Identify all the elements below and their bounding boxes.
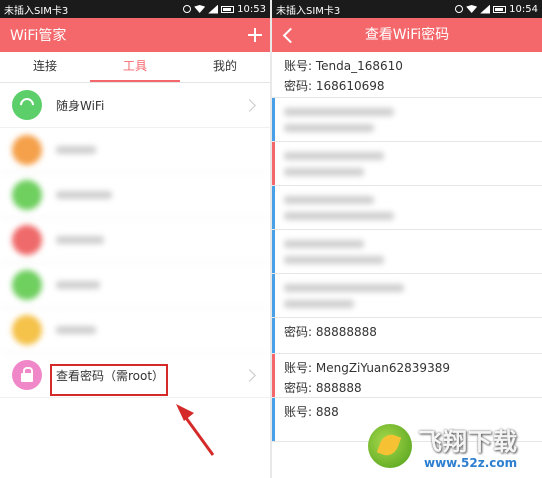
- cell-signal-icon: [480, 4, 491, 14]
- wifi-password: 密码: 88888888: [284, 325, 377, 339]
- left-screen: 未插入SIM卡3 10:53 WiFi管家 连接 工具 我的 随身WiFi 查看…: [0, 0, 270, 478]
- alarm-icon: [455, 5, 464, 13]
- wifi-entry[interactable]: 账号: Tenda_168610 密码: 168610698: [272, 52, 542, 98]
- wifi-entry[interactable]: [272, 230, 542, 274]
- watermark-url: www.52z.com: [422, 456, 520, 470]
- right-screen: 未插入SIM卡3 10:54 查看WiFi密码 账号: Tenda_168610…: [272, 0, 542, 478]
- wifi-account: 账号: MengZiYuan62839389: [284, 361, 450, 375]
- watermark: 飞翔下载 www.52z.com: [368, 418, 542, 478]
- wifi-password: 密码: 888888: [284, 381, 362, 395]
- back-arrow-icon[interactable]: [272, 18, 302, 52]
- wifi-signal-icon: [466, 5, 478, 13]
- wifi-entry[interactable]: [272, 186, 542, 230]
- carrier-text: 未插入SIM卡3: [276, 5, 341, 17]
- status-bar: 未插入SIM卡3 10:54: [272, 0, 542, 18]
- wifi-entry[interactable]: [272, 98, 542, 142]
- wifi-entry[interactable]: [272, 274, 542, 318]
- wifi-entry[interactable]: [272, 142, 542, 186]
- page-header: 查看WiFi密码: [272, 18, 542, 52]
- clock: 10:54: [509, 3, 538, 15]
- wifi-entry[interactable]: 账号: MengZiYuan62839389 密码: 888888: [272, 354, 542, 398]
- wifi-account: 账号: Tenda_168610: [284, 59, 403, 73]
- page-title: 查看WiFi密码: [364, 27, 450, 43]
- watermark-text: 飞翔下载: [418, 428, 518, 456]
- battery-icon: [493, 5, 507, 13]
- wifi-password: 密码: 168610698: [284, 79, 385, 93]
- wifi-entry[interactable]: 密码: 88888888: [272, 318, 542, 354]
- leaf-logo-icon: [368, 424, 412, 468]
- pointer-arrow-icon: [176, 404, 215, 456]
